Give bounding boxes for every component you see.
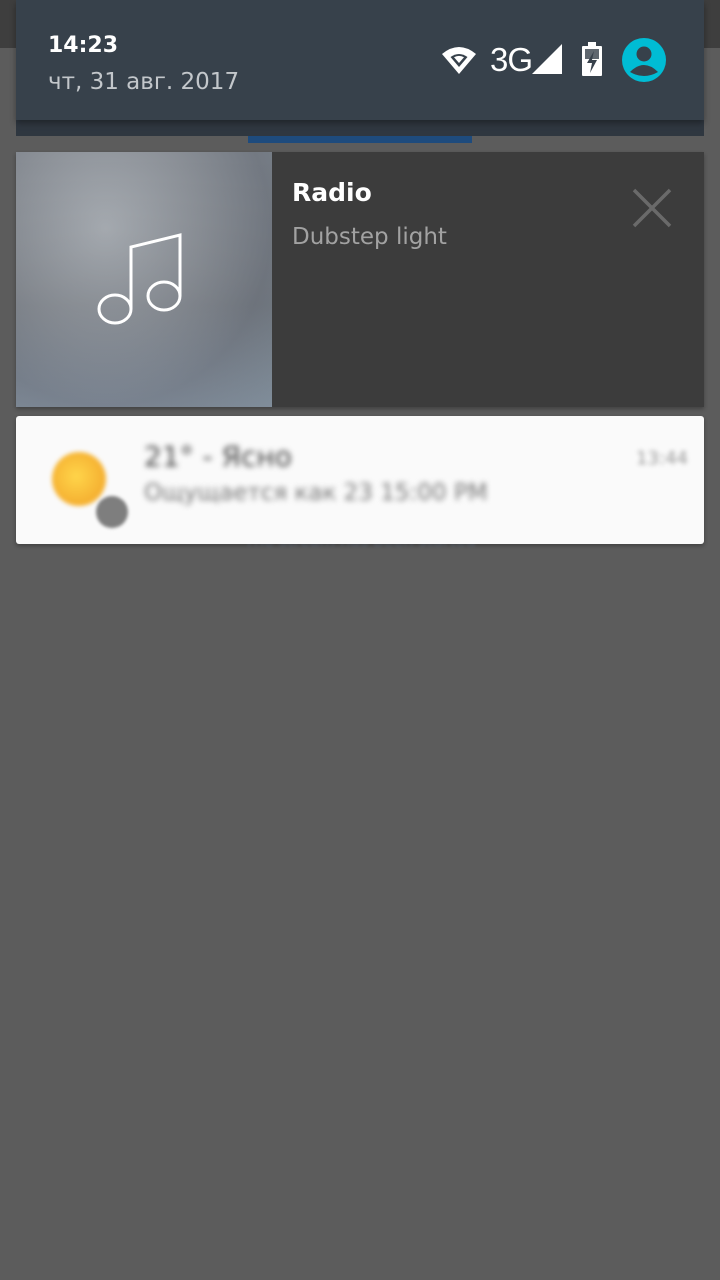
settings-badge-icon <box>96 496 128 528</box>
date[interactable]: чт, 31 авг. 2017 <box>48 69 239 95</box>
weather-notification[interactable]: 21° - Ясно Ощущается как 23 15:00 PM 13:… <box>16 416 704 544</box>
clock: 14:23 <box>48 33 119 58</box>
media-notification[interactable]: Radio Dubstep light <box>16 152 704 407</box>
signal-icon[interactable] <box>532 44 562 74</box>
notification-title: 21° - Ясно <box>144 440 292 473</box>
music-note-icon <box>97 233 182 325</box>
account-icon[interactable] <box>622 38 666 82</box>
media-subtitle: Dubstep light <box>292 224 447 250</box>
battery-charging-icon[interactable] <box>582 42 602 76</box>
media-title: Radio <box>292 178 372 207</box>
weather-icon <box>52 452 106 506</box>
album-art <box>16 152 272 407</box>
notification-text: Ощущается как 23 15:00 PM <box>144 480 488 506</box>
close-icon[interactable] <box>628 184 676 232</box>
network-type: 3G <box>490 41 533 78</box>
notification-time: 13:44 <box>636 448 688 469</box>
wifi-icon[interactable] <box>440 44 478 76</box>
quick-settings-header[interactable]: 14:23 чт, 31 авг. 2017 3G <box>16 0 704 120</box>
